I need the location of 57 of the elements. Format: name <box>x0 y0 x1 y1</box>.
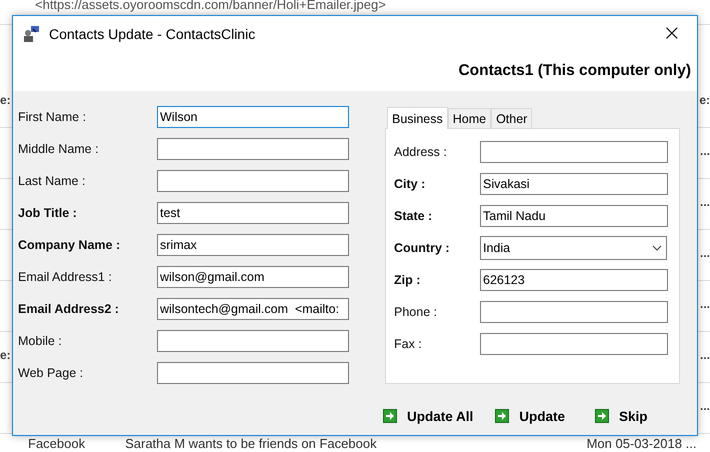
field-label: State : <box>394 209 434 223</box>
tab[interactable]: Other <box>491 108 532 128</box>
row-text-fragment: ... <box>700 297 710 311</box>
text-field[interactable] <box>480 301 668 323</box>
row-text-fragment: ... <box>700 399 710 413</box>
tab[interactable]: Home <box>448 108 492 128</box>
subject-cell: Saratha M wants to be friends on Facebook <box>125 436 377 452</box>
field-label: Fax : <box>394 337 423 351</box>
row-text-fragment: ... <box>700 195 710 209</box>
text-field[interactable] <box>157 362 349 384</box>
field-label-fragment: e: <box>0 348 11 362</box>
date-cell: Mon 05-03-2018 ... <box>586 436 696 452</box>
field-label: Middle Name : <box>18 142 100 156</box>
chevron-down-icon <box>652 245 662 251</box>
field-label: Country : <box>394 241 451 255</box>
arrow-icon <box>595 409 610 423</box>
field-label: Last Name : <box>18 174 86 188</box>
field-label-fragment: e: <box>0 93 11 107</box>
text-field[interactable]: wilson@gmail.com <box>157 266 349 288</box>
text-field[interactable] <box>480 141 668 163</box>
row-text-fragment: ... <box>700 144 710 158</box>
text-field[interactable] <box>157 330 349 352</box>
field-label: Address : <box>394 145 448 159</box>
field-label: Mobile : <box>18 334 63 348</box>
text-field[interactable]: Tamil Nadu <box>480 205 668 227</box>
field-label: Web Page : <box>18 366 84 380</box>
action-button[interactable]: Update All <box>383 408 474 424</box>
field-label: City : <box>394 177 426 191</box>
field-label: First Name : <box>18 110 88 124</box>
field-label: Email Address1 : <box>18 270 113 284</box>
field-label: Phone : <box>394 305 438 319</box>
row-text-fragment: ... <box>700 246 710 260</box>
arrow-icon <box>495 409 510 423</box>
window-title: Contacts Update - ContactsClinic <box>49 26 256 42</box>
field-label: Company Name : <box>18 238 122 252</box>
row-text-fragment: e: <box>699 93 710 107</box>
contacts-app-icon <box>21 24 41 44</box>
field-label: Email Address2 : <box>18 302 120 316</box>
field-label: Zip : <box>394 273 422 287</box>
text-field[interactable]: Wilson <box>157 106 349 128</box>
country-dropdown[interactable]: India <box>480 236 667 260</box>
text-field[interactable] <box>157 170 349 192</box>
action-button[interactable]: Skip <box>595 408 648 424</box>
text-field[interactable] <box>157 138 349 160</box>
arrow-icon <box>383 409 397 423</box>
text-field[interactable]: Sivakasi <box>480 173 668 195</box>
text-field[interactable]: test <box>157 202 349 224</box>
text-field[interactable]: wilsontech@gmail.com <mailto: <box>157 298 349 320</box>
account-heading: Contacts1 (This computer only) <box>458 62 691 80</box>
sender-cell: Facebook <box>28 436 86 452</box>
text-field[interactable] <box>480 333 668 355</box>
action-button[interactable]: Update <box>495 408 566 424</box>
row-text-fragment: ... <box>700 348 710 362</box>
field-label: Job Title : <box>18 206 78 220</box>
text-field[interactable]: srimax <box>157 234 349 256</box>
tab[interactable]: Business <box>387 107 448 129</box>
text-field[interactable]: 626123 <box>480 269 668 291</box>
